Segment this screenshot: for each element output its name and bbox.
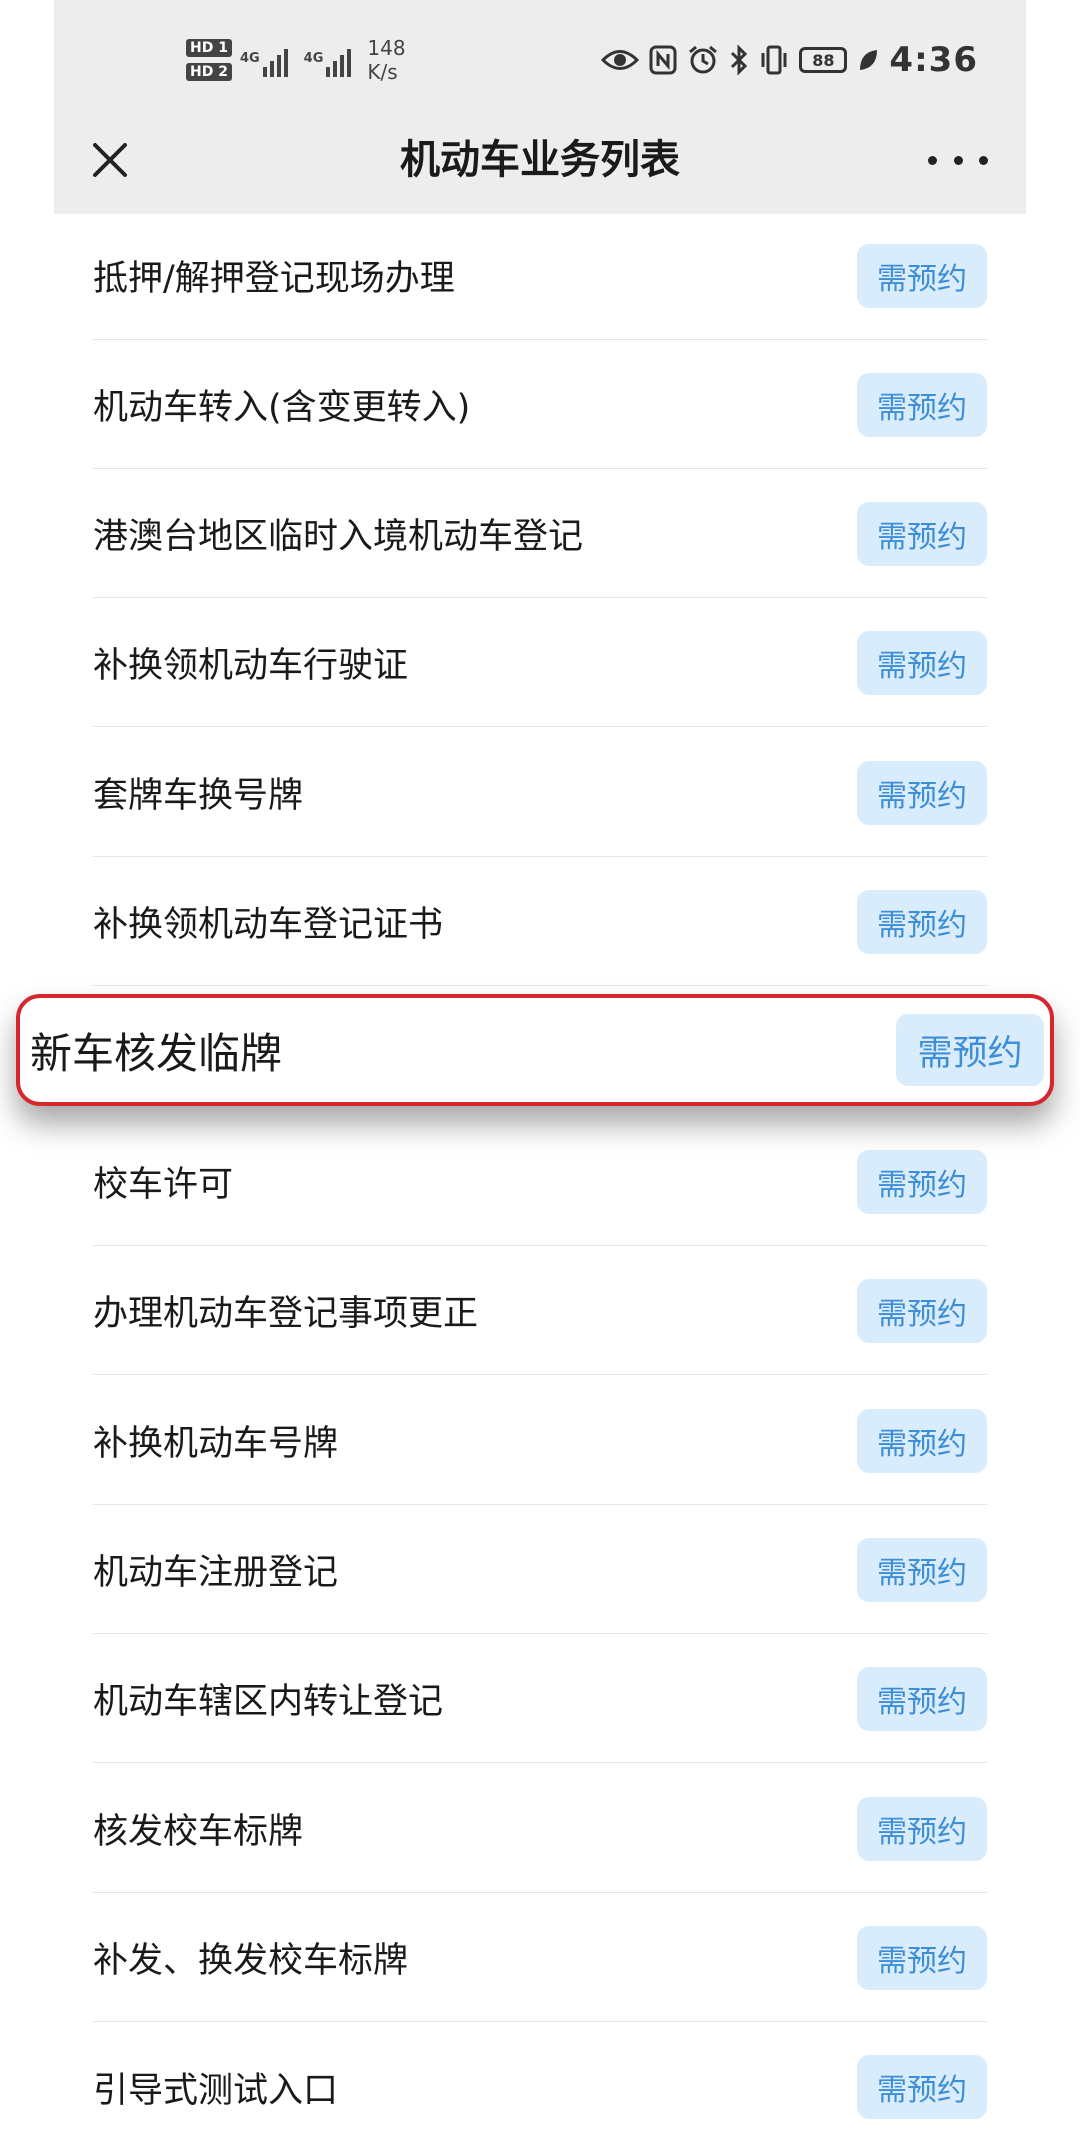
network-status: HD 1 HD 2 4G 4G 148 K/s: [186, 30, 406, 90]
list-item[interactable]: 补换领机动车行驶证 需预约: [93, 599, 987, 727]
item-label: 套牌车换号牌: [93, 776, 304, 816]
list-item[interactable]: 引导式测试入口 需预约: [93, 2023, 987, 2151]
bluetooth-icon: [729, 44, 749, 76]
item-label: 办理机动车登记事项更正: [93, 1294, 479, 1334]
battery-icon: 88: [799, 47, 848, 73]
item-label: 新车核发临牌: [30, 1028, 283, 1078]
signal-bars-icon: [262, 43, 288, 77]
more-dot: [979, 155, 988, 165]
item-label: 港澳台地区临时入境机动车登记: [93, 517, 584, 557]
item-label: 核发校车标牌: [93, 1812, 304, 1852]
network-type: 4G: [303, 51, 324, 66]
more-options-button[interactable]: [928, 140, 988, 180]
appointment-badge[interactable]: 需预约: [857, 760, 987, 825]
signal-1: 4G: [240, 43, 288, 77]
appointment-badge[interactable]: 需预约: [857, 630, 987, 695]
vibrate-icon: [759, 44, 789, 76]
network-type: 4G: [239, 51, 260, 66]
list-item[interactable]: 机动车转入(含变更转入) 需预约: [93, 341, 987, 469]
header: HD 1 HD 2 4G 4G 148 K/s 88 4:36 机动车业务列表: [54, 0, 1026, 214]
list-item[interactable]: 校车许可 需预约: [93, 1118, 987, 1246]
appointment-badge[interactable]: 需预约: [857, 1278, 987, 1343]
speed-value: 148: [367, 36, 406, 60]
more-dot: [928, 155, 937, 165]
eye-icon: [601, 47, 640, 73]
item-label: 机动车转入(含变更转入): [93, 388, 471, 428]
appointment-badge[interactable]: 需预约: [857, 1537, 987, 1602]
signal-bars-icon: [326, 43, 352, 77]
list-item[interactable]: 办理机动车登记事项更正 需预约: [93, 1247, 987, 1375]
appointment-badge[interactable]: 需预约: [857, 889, 987, 954]
hd2-badge: HD 2: [186, 63, 232, 81]
item-label: 补换机动车号牌: [93, 1424, 339, 1464]
appointment-badge[interactable]: 需预约: [857, 1666, 987, 1731]
list-item[interactable]: 港澳台地区临时入境机动车登记 需预约: [93, 470, 987, 598]
nav-bar: 机动车业务列表: [54, 118, 1026, 214]
status-bar: HD 1 HD 2 4G 4G 148 K/s 88 4:36: [54, 0, 1026, 118]
nfc-icon: [649, 45, 677, 75]
appointment-badge[interactable]: 需预约: [857, 1796, 987, 1861]
system-icons: 88 4:36: [601, 38, 978, 82]
list-item[interactable]: 补发、换发校车标牌 需预约: [93, 1894, 987, 2022]
item-label: 补发、换发校车标牌: [93, 1941, 409, 1981]
appointment-badge[interactable]: 需预约: [857, 1149, 987, 1214]
appointment-badge[interactable]: 需预约: [857, 1925, 987, 1990]
list-item[interactable]: 补换机动车号牌 需预约: [93, 1377, 987, 1505]
leaf-icon: [857, 47, 879, 73]
item-label: 补换领机动车登记证书: [93, 905, 444, 945]
list-item[interactable]: 机动车注册登记 需预约: [93, 1506, 987, 1634]
highlighted-list-item[interactable]: 新车核发临牌 需预约: [16, 994, 1054, 1106]
page-title: 机动车业务列表: [400, 137, 680, 183]
more-dot: [953, 155, 963, 165]
clock: 4:36: [889, 40, 978, 80]
appointment-badge[interactable]: 需预约: [896, 1014, 1044, 1086]
speed-unit: K/s: [367, 60, 398, 84]
item-label: 补换领机动车行驶证: [93, 646, 409, 686]
battery-level: 88: [812, 50, 835, 70]
list-item[interactable]: 抵押/解押登记现场办理 需预约: [93, 212, 987, 340]
network-speed: 148 K/s: [367, 36, 405, 84]
signal-2: 4G: [304, 43, 352, 77]
item-label: 机动车注册登记: [93, 1553, 339, 1593]
item-label: 校车许可: [93, 1165, 234, 1205]
list-item[interactable]: 补换领机动车登记证书 需预约: [93, 858, 987, 986]
appointment-badge[interactable]: 需预约: [857, 1408, 987, 1473]
list-item[interactable]: 套牌车换号牌 需预约: [93, 729, 987, 857]
appointment-badge[interactable]: 需预约: [857, 372, 987, 437]
item-label: 机动车辖区内转让登记: [93, 1682, 444, 1722]
appointment-badge[interactable]: 需预约: [857, 501, 987, 566]
hd1-badge: HD 1: [186, 39, 232, 57]
item-label: 引导式测试入口: [93, 2070, 339, 2111]
alarm-icon: [687, 44, 719, 76]
item-label: 抵押/解押登记现场办理: [93, 259, 455, 299]
list-item[interactable]: 机动车辖区内转让登记 需预约: [93, 1635, 987, 1763]
appointment-badge[interactable]: 需预约: [857, 243, 987, 308]
appointment-badge[interactable]: 需预约: [857, 2055, 987, 2119]
list-item[interactable]: 核发校车标牌 需预约: [93, 1765, 987, 1893]
